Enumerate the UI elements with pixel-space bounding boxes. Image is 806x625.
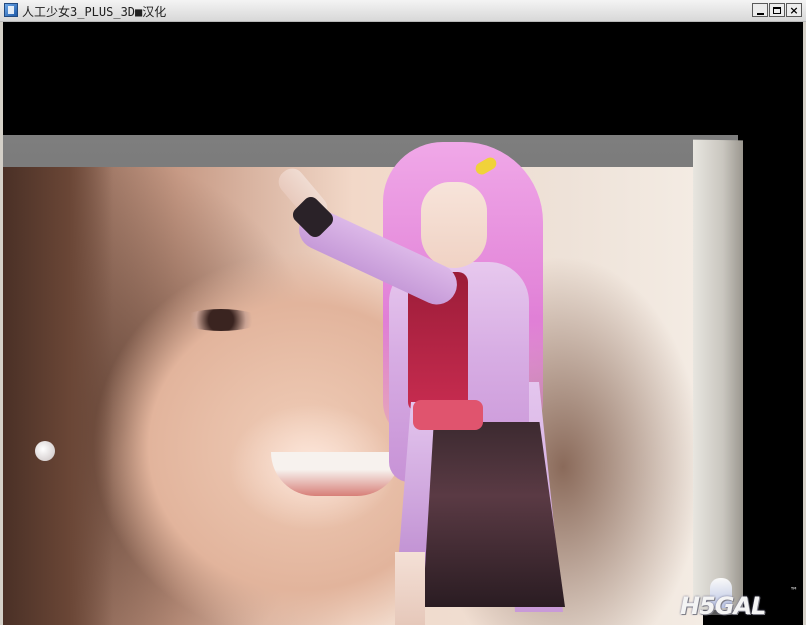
minimize-button[interactable] xyxy=(752,3,768,17)
title-bar[interactable]: 人工少女3_PLUS_3D■汉化 × xyxy=(0,0,806,22)
maximize-button[interactable] xyxy=(769,3,785,17)
game-window: 人工少女3_PLUS_3D■汉化 × H5GAL ™ xyxy=(0,0,806,625)
maximize-icon xyxy=(773,6,781,14)
minimize-icon xyxy=(756,12,764,15)
trademark-mark: ™ xyxy=(790,586,798,595)
character-face xyxy=(421,182,487,268)
logo-text: H5GAL xyxy=(680,592,766,620)
character-leg xyxy=(395,552,425,625)
window-title: 人工少女3_PLUS_3D■汉化 xyxy=(22,5,167,19)
close-icon: × xyxy=(789,3,799,17)
character-model[interactable] xyxy=(3,22,803,625)
watermark-logo: H5GAL ™ xyxy=(678,578,798,622)
character-sash xyxy=(413,400,483,430)
game-viewport[interactable]: H5GAL ™ xyxy=(3,22,803,625)
close-button[interactable]: × xyxy=(786,3,802,17)
app-icon[interactable] xyxy=(4,3,18,17)
